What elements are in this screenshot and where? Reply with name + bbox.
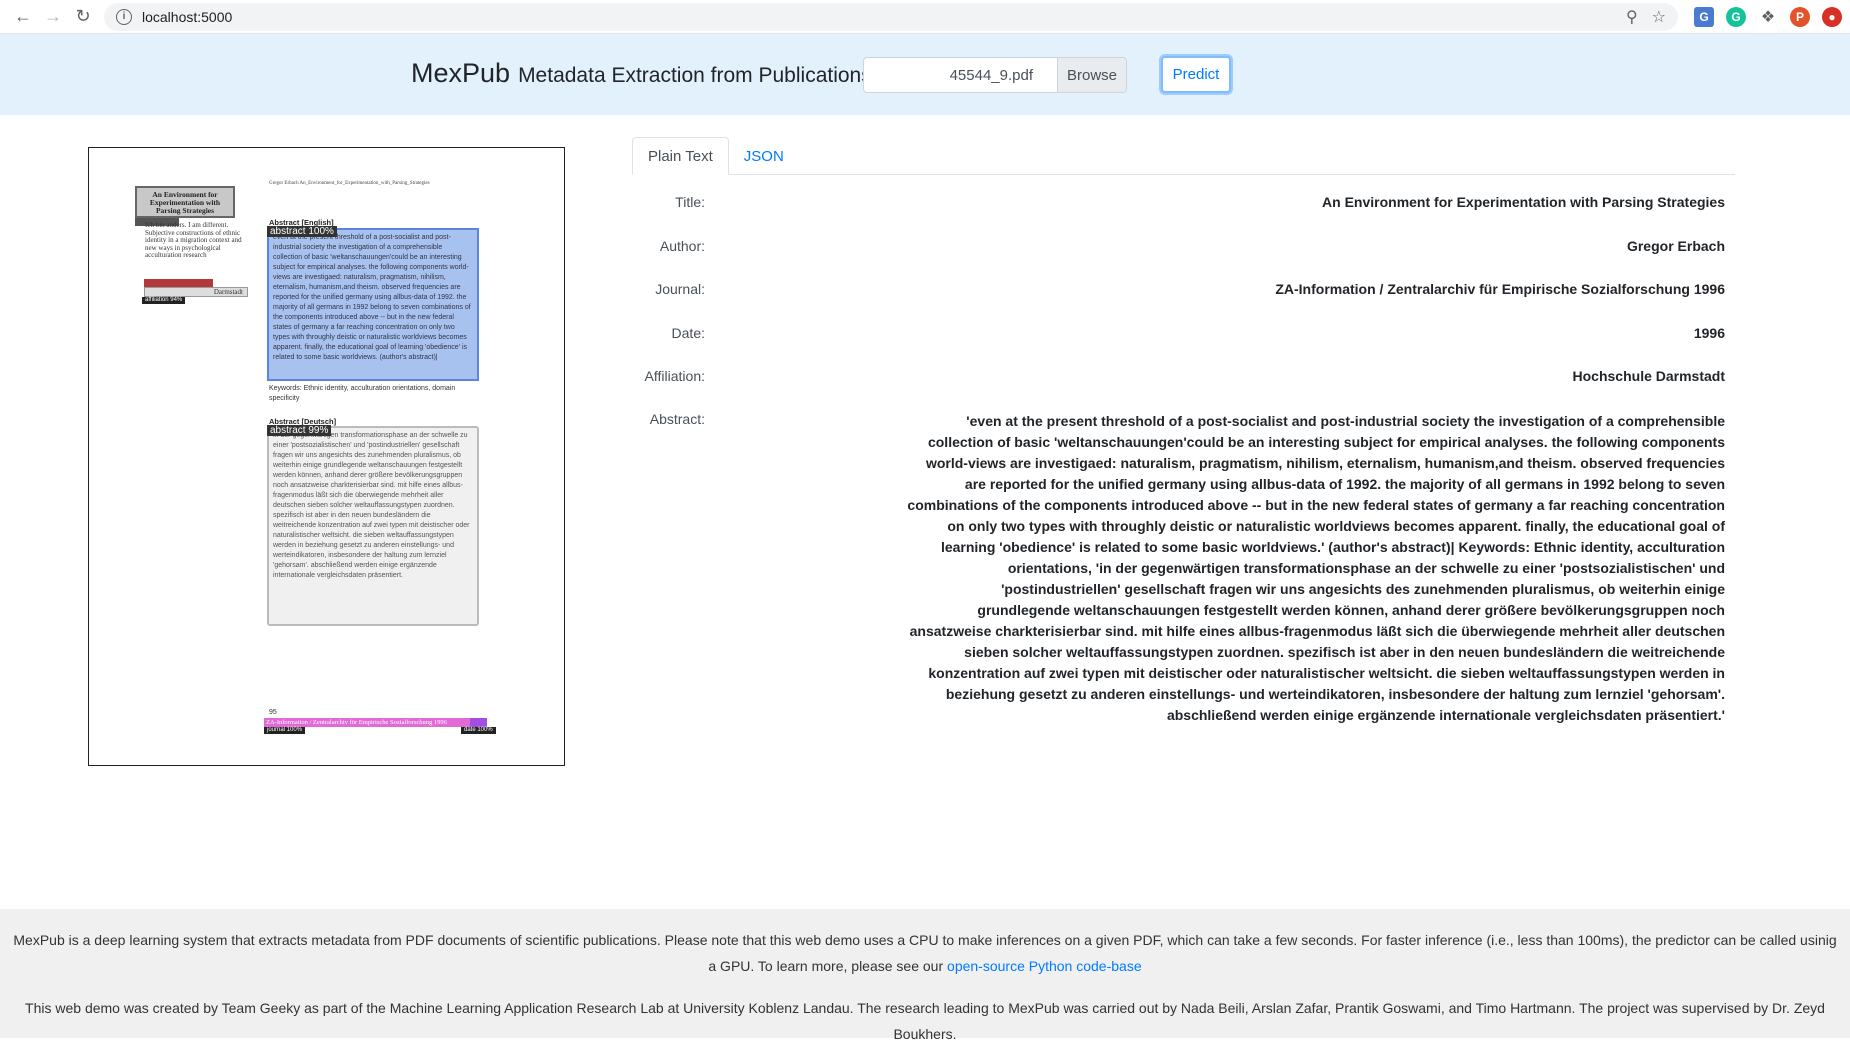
field-author: Author: Gregor Erbach <box>632 238 1725 254</box>
journal-pdf-text: ZA-Information / Zentralarchiv für Empir… <box>266 719 447 726</box>
zoom-icon[interactable]: ⚲ <box>1626 7 1638 27</box>
footer-text-2: This web demo was created by Team Geeky … <box>25 1000 1825 1042</box>
abstract-de-det-label: abstract 99% <box>267 425 332 436</box>
footer: MexPub is a deep learning system that ex… <box>0 909 1850 1042</box>
pdf-header-line: Gregor Erbach An_Environment_for_Experim… <box>269 181 430 186</box>
field-label-date: Date: <box>671 325 705 341</box>
abstract-de-bbox: in der gegenwärtigen transformationsphas… <box>267 426 479 626</box>
site-info-icon[interactable]: i <box>116 8 132 25</box>
field-value-date: 1996 <box>1693 325 1725 341</box>
field-value-affiliation: Hochschule Darmstadt <box>1572 368 1725 384</box>
field-date: Date: 1996 <box>632 325 1725 341</box>
date-bbox <box>470 718 487 727</box>
field-value-journal: ZA-Information / Zentralarchiv für Empir… <box>1275 281 1725 297</box>
app-header: MexPub Metadata Extraction from Publicat… <box>0 34 1850 115</box>
pdf-left-text: Ich bin anders. I am different. Subjecti… <box>145 222 242 259</box>
abstract-de-text: in der gegenwärtigen transformationsphas… <box>273 432 470 579</box>
date-det-label: date 100% <box>461 727 496 734</box>
back-arrow-icon[interactable]: ← <box>8 2 38 32</box>
field-label-abstract: Abstract: <box>649 411 705 427</box>
code-base-link[interactable]: open-source Python code-base <box>947 958 1142 974</box>
result-tabs: Plain Text JSON <box>632 137 1735 175</box>
keywords-pdf-text: Keywords: Ethnic identity, acculturation… <box>269 385 456 402</box>
field-value-author: Gregor Erbach <box>1626 238 1725 254</box>
abstract-en-det-label: abstract 100% <box>267 226 337 237</box>
footer-text-1: MexPub is a deep learning system that ex… <box>13 932 1837 974</box>
title-bbox: An Environment for Experimentation with … <box>135 186 235 218</box>
tab-json[interactable]: JSON <box>729 137 799 175</box>
field-label-journal: Journal: <box>655 281 705 297</box>
pdf-title-block: An Environment for Experimentation with … <box>149 190 221 215</box>
forward-arrow-icon[interactable]: → <box>38 2 68 32</box>
field-value-title: An Environment for Experimentation with … <box>1322 194 1725 210</box>
extensions-puzzle-icon[interactable]: ❖ <box>1758 7 1778 27</box>
browser-toolbar: ← → ↻ i localhost:5000 ⚲ ☆ G G ❖ P ● <box>0 0 1850 34</box>
abstract-en-bbox: even at the present threshold of a post-… <box>267 228 479 381</box>
field-label-title: Title: <box>675 194 705 210</box>
affiliation-det-label: affiliation 94% <box>142 297 186 304</box>
field-value-abstract: 'even at the present threshold of a post… <box>907 413 1725 723</box>
brand-name: MexPub <box>411 58 511 88</box>
journal-bbox: ZA-Information / Zentralarchiv für Empir… <box>264 718 476 727</box>
brand-subtitle: Metadata Extraction from Publications <box>518 64 872 87</box>
address-bar[interactable]: i localhost:5000 ⚲ ☆ <box>104 2 1678 31</box>
tab-plain-text[interactable]: Plain Text <box>632 137 729 175</box>
translate-extension-icon[interactable]: G <box>1694 6 1714 27</box>
field-label-affiliation: Affiliation: <box>644 368 705 384</box>
journal-det-label: journal 100% <box>264 727 306 734</box>
profile-avatar[interactable]: P <box>1790 6 1810 27</box>
footer-paragraph-1: MexPub is a deep learning system that ex… <box>0 927 1850 979</box>
affiliation-bbox: Darmstadt <box>144 287 248 297</box>
grammarly-extension-icon[interactable]: G <box>1726 6 1746 27</box>
predict-button[interactable]: Predict <box>1161 56 1231 93</box>
field-journal: Journal: ZA-Information / Zentralarchiv … <box>632 281 1725 297</box>
recording-extension-icon[interactable]: ● <box>1822 6 1842 27</box>
field-affiliation: Affiliation: Hochschule Darmstadt <box>632 368 1725 384</box>
bookmark-star-icon[interactable]: ☆ <box>1652 7 1666 27</box>
affiliation-pdf-text: Darmstadt <box>213 288 243 296</box>
abstract-en-text: even at the present threshold of a post-… <box>273 234 471 361</box>
pdf-page-number: 95 <box>269 709 277 716</box>
brand: MexPub Metadata Extraction from Publicat… <box>411 58 872 89</box>
file-picker[interactable]: 45544_9.pdf Browse <box>863 57 1127 93</box>
pdf-preview: Gregor Erbach An_Environment_for_Experim… <box>88 147 565 766</box>
field-label-author: Author: <box>659 238 705 254</box>
field-abstract: Abstract: 'even at the present threshold… <box>632 411 1725 726</box>
url-text: localhost:5000 <box>142 8 233 25</box>
browse-button[interactable]: Browse <box>1058 57 1127 93</box>
file-name-field[interactable]: 45544_9.pdf <box>863 57 1058 93</box>
reload-icon[interactable]: ↻ <box>68 2 98 32</box>
field-title: Title: An Environment for Experimentatio… <box>632 194 1725 210</box>
